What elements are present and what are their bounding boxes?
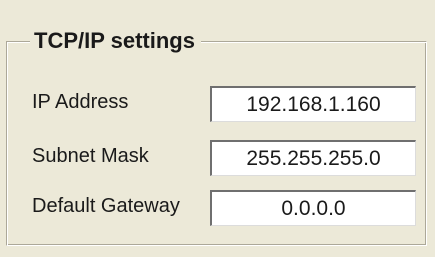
ip-address-field[interactable]: 192.168.1.160 — [210, 86, 416, 122]
group-title: TCP/IP settings — [30, 26, 201, 56]
ip-address-label: IP Address — [32, 91, 129, 113]
default-gateway-field[interactable]: 0.0.0.0 — [210, 190, 416, 226]
subnet-mask-label: Subnet Mask — [32, 145, 149, 167]
subnet-mask-field[interactable]: 255.255.255.0 — [210, 140, 416, 176]
default-gateway-label: Default Gateway — [32, 195, 180, 217]
